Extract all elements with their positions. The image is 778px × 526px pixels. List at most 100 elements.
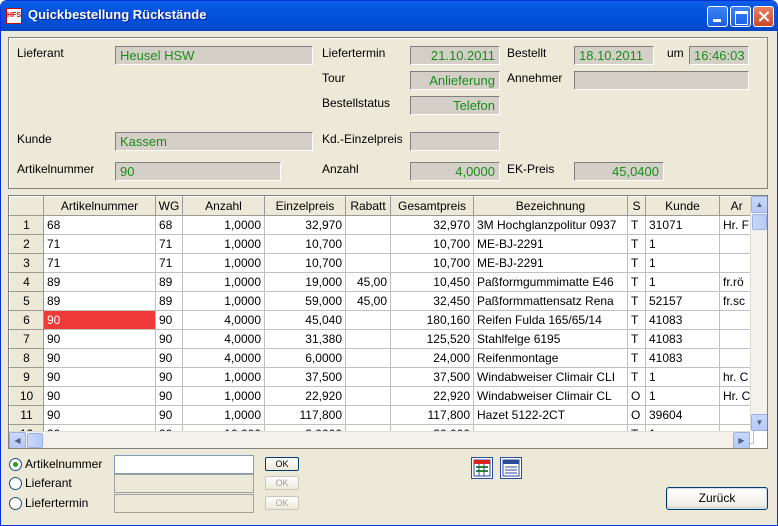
table-cell[interactable]: T [627, 253, 646, 273]
table-cell[interactable]: 90 [155, 348, 183, 368]
table-cell[interactable]: 32,450 [390, 291, 474, 311]
table-row[interactable]: 1 68 68 1,0000 32,970 32,970 3M Hochglanzpolit… [9, 215, 755, 235]
column-header-0[interactable] [9, 196, 44, 216]
table-row[interactable]: 2 71 71 1,0000 10,700 10,700 ME-BJ-2291 T 1 [9, 234, 755, 254]
table-cell[interactable] [719, 405, 755, 425]
table-cell[interactable]: Stahlfelge 6195 [473, 329, 628, 349]
table-cell[interactable]: 10,450 [390, 272, 474, 292]
table-cell[interactable]: 1 [645, 234, 720, 254]
table-row[interactable]: 6 90 90 4,0000 45,040 180,160 Reifen Fulda 165… [9, 310, 755, 330]
table-cell[interactable]: 10,700 [264, 234, 346, 254]
table-cell[interactable]: 1 [645, 272, 720, 292]
scroll-left-button[interactable]: ◀ [9, 432, 26, 448]
table-cell[interactable]: 90 [43, 348, 156, 368]
table-row[interactable]: 11 90 90 1,0000 117,800 117,800 Hazet 5122-2CT… [9, 405, 755, 425]
table-cell[interactable]: 22,920 [390, 386, 474, 406]
table-cell[interactable]: Paßformgummimatte E46 [473, 272, 628, 292]
table-cell[interactable]: O [627, 386, 646, 406]
table-cell[interactable]: 41083 [645, 329, 720, 349]
table-row[interactable]: 7 90 90 4,0000 31,380 125,520 Stahlfelge 6195 T… [9, 329, 755, 349]
table-row[interactable]: 8 90 90 4,0000 6,0000 24,000 Reifenmontage T 410… [9, 348, 755, 368]
row-header[interactable]: 4 [9, 272, 44, 292]
horizontal-scroll-thumb[interactable] [27, 433, 43, 448]
table-cell[interactable]: 117,800 [390, 405, 474, 425]
table-cell[interactable]: 89 [155, 291, 183, 311]
column-header-9[interactable]: Kunde [645, 196, 720, 216]
table-cell[interactable]: 22,920 [264, 386, 346, 406]
table-cell[interactable]: 71 [155, 234, 183, 254]
table-cell[interactable]: 10,700 [264, 253, 346, 273]
table-cell[interactable]: Hr. F [719, 215, 755, 235]
table-cell[interactable]: 1 [645, 386, 720, 406]
ok-button-artikelnummer[interactable]: OK [265, 457, 299, 471]
table-cell[interactable]: T [627, 272, 646, 292]
table-cell[interactable]: 90 [43, 405, 156, 425]
lieferant-search-input[interactable] [114, 474, 254, 493]
table-cell[interactable]: 37,500 [390, 367, 474, 387]
row-header[interactable]: 10 [9, 386, 44, 406]
table-cell[interactable]: 3M Hochglanzpolitur 0937 [473, 215, 628, 235]
table-cell[interactable]: 90 [155, 405, 183, 425]
close-button[interactable] [753, 6, 774, 27]
table-cell[interactable]: 6,0000 [264, 348, 346, 368]
table-cell[interactable]: O [627, 405, 646, 425]
table-cell[interactable]: 45,00 [345, 291, 391, 311]
zurueck-button[interactable]: Zurück [666, 487, 768, 510]
table-cell[interactable]: T [627, 367, 646, 387]
table-row[interactable]: 3 71 71 1,0000 10,700 10,700 ME-BJ-2291 T 1 [9, 253, 755, 273]
table-cell[interactable]: Reifenmontage [473, 348, 628, 368]
table-cell[interactable] [719, 310, 755, 330]
order-grid[interactable]: Artikelnummer WG Anzahl Einzelpreis Rabatt Ge… [8, 195, 768, 449]
table-cell[interactable]: Hazet 5122-2CT [473, 405, 628, 425]
table-row[interactable]: 10 90 90 1,0000 22,920 22,920 Windabweiser Cli… [9, 386, 755, 406]
column-header-1[interactable]: Artikelnummer [43, 196, 156, 216]
table-cell[interactable]: T [627, 329, 646, 349]
table-cell[interactable]: 1 [645, 253, 720, 273]
table-cell[interactable]: 90 [155, 367, 183, 387]
table-cell[interactable]: 52157 [645, 291, 720, 311]
table-cell[interactable]: 10,700 [390, 234, 474, 254]
table-cell[interactable]: 39604 [645, 405, 720, 425]
table-cell[interactable]: T [627, 310, 646, 330]
table-cell[interactable]: 117,800 [264, 405, 346, 425]
table-cell[interactable]: 125,520 [390, 329, 474, 349]
column-header-5[interactable]: Rabatt [345, 196, 391, 216]
table-cell[interactable]: Windabweiser Climair CLI [473, 367, 628, 387]
column-header-4[interactable]: Einzelpreis [264, 196, 346, 216]
table-cell[interactable] [719, 253, 755, 273]
column-header-7[interactable]: Bezeichnung [473, 196, 628, 216]
row-header[interactable]: 7 [9, 329, 44, 349]
column-header-6[interactable]: Gesamtpreis [390, 196, 474, 216]
table-cell[interactable]: 4,0000 [182, 329, 265, 349]
table-cell[interactable]: Hr. C [719, 386, 755, 406]
table-cell[interactable]: 68 [155, 215, 183, 235]
table-cell[interactable]: Windabweiser Climair CL [473, 386, 628, 406]
table-row[interactable]: 5 89 89 1,0000 59,000 45,00 32,450 Paßformmatte… [9, 291, 755, 311]
radio-lieferant[interactable] [9, 477, 22, 490]
table-cell[interactable]: 45,00 [345, 272, 391, 292]
table-cell[interactable]: 89 [43, 272, 156, 292]
table-cell[interactable]: 4,0000 [182, 310, 265, 330]
liefertermin-search-input[interactable] [114, 494, 254, 513]
table-cell[interactable]: 19,000 [264, 272, 346, 292]
column-header-2[interactable]: WG [155, 196, 183, 216]
table-cell[interactable] [345, 405, 391, 425]
table-cell[interactable]: 1,0000 [182, 272, 265, 292]
table-cell[interactable]: 24,000 [390, 348, 474, 368]
maximize-button[interactable] [730, 6, 751, 27]
title-bar[interactable]: HFS Quickbestellung Rückstände [1, 1, 777, 31]
table-cell[interactable]: 90 [43, 310, 156, 330]
table-cell[interactable]: 90 [155, 310, 183, 330]
table-cell[interactable] [719, 348, 755, 368]
table-cell[interactable]: 1,0000 [182, 215, 265, 235]
table-cell[interactable]: Reifen Fulda 165/65/14 [473, 310, 628, 330]
row-header[interactable]: 5 [9, 291, 44, 311]
table-cell[interactable]: 1,0000 [182, 405, 265, 425]
column-header-8[interactable]: S [627, 196, 646, 216]
table-cell[interactable]: 90 [155, 329, 183, 349]
table-cell[interactable]: 90 [43, 386, 156, 406]
table-cell[interactable]: 31,380 [264, 329, 346, 349]
table-cell[interactable]: 89 [43, 291, 156, 311]
table-cell[interactable]: ME-BJ-2291 [473, 253, 628, 273]
table-cell[interactable]: 1,0000 [182, 253, 265, 273]
